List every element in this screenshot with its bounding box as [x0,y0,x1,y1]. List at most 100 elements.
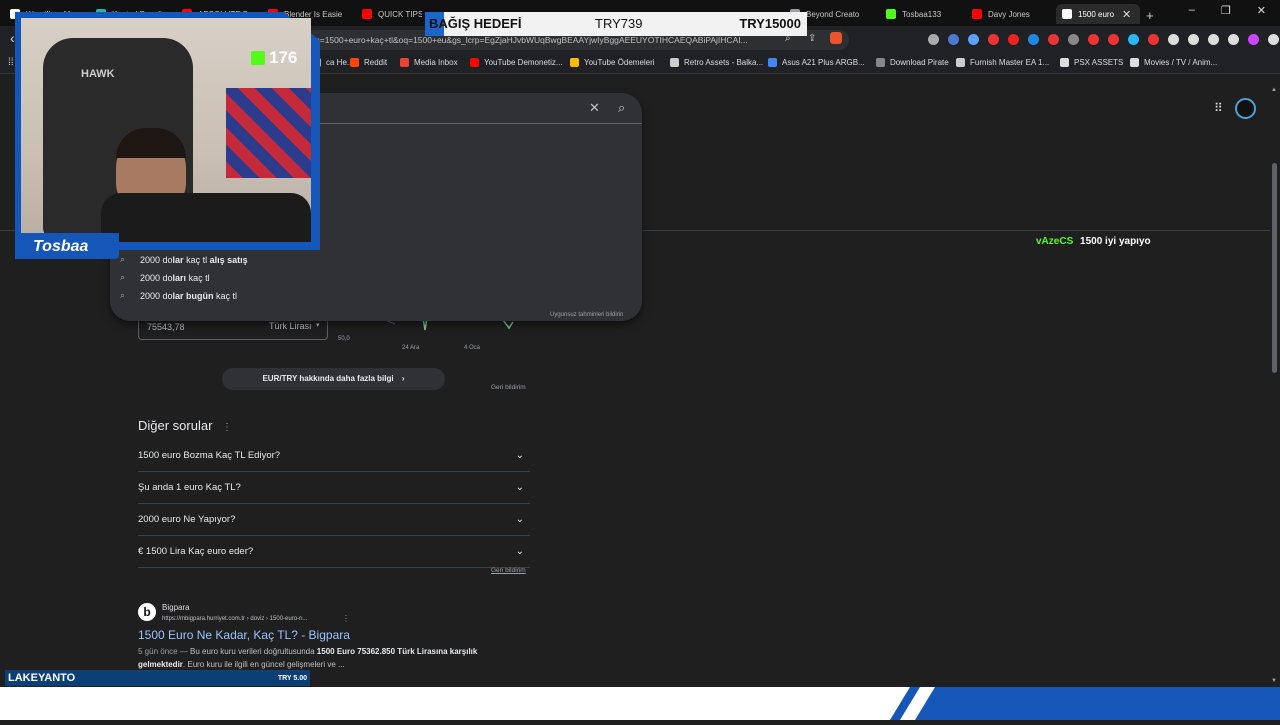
more-info-button[interactable]: EUR/TRY hakkında daha fazla bilgi › [222,368,445,390]
suggestion-text: 2000 do [140,290,173,301]
search-icon[interactable]: ⌕ [618,100,625,116]
bookmark-icon [470,58,479,67]
extension-icon[interactable] [928,34,939,45]
new-tab-button[interactable]: + [1146,5,1154,25]
converter-value: 75543,78 [147,322,185,332]
banner-stripe [890,687,1280,720]
translate-icon[interactable] [948,34,959,45]
bookmark-item[interactable]: Retro Assets - Balka... [670,58,763,67]
bookmark-label: Asus A21 Plus ARGB... [782,58,865,67]
donation-amount: TRY 5.00 [277,674,307,682]
bookmark-icon [670,58,679,67]
puzzle-icon[interactable] [1168,34,1179,45]
minimize-button[interactable]: – [1189,4,1195,17]
bookmark-label: YouTube Demonetiz... [484,58,563,67]
extension-icon[interactable] [988,34,999,45]
question-item[interactable]: Şu anda 1 euro Kaç TL? ⌄ [138,472,530,504]
more-options-icon[interactable]: ⋮ [222,422,232,433]
menu-icon[interactable] [1268,34,1279,45]
more-options-icon[interactable]: ⋮ [342,614,350,623]
account-avatar[interactable] [1235,98,1256,119]
bookmark-label: YouTube Ödemeleri [584,58,655,67]
bookmark-item[interactable]: YouTube Demonetiz... [470,58,563,67]
bottom-banner [0,687,1280,720]
music-icon[interactable] [1208,34,1219,45]
extension-icon[interactable] [1008,34,1019,45]
share-icon[interactable]: ⇪ [808,33,816,44]
bookmark-item[interactable]: Furnish Master EA 1... [956,58,1049,67]
currency-select[interactable]: Türk Lirası [269,321,312,331]
question-item[interactable]: 2000 euro Ne Yapıyor? ⌄ [138,504,530,536]
bookmark-icon [570,58,579,67]
bookmark-item[interactable]: Download Pirate [876,58,949,67]
result-url[interactable]: https://mbigpara.hurriyet.com.tr › doviz… [162,616,307,622]
apps-grid-icon[interactable]: ⁞⁞ [8,57,14,68]
donation-goal-bar: BAĞIŞ HEDEFİ TRY739 TRY15000 [425,12,807,36]
bookmark-icon [350,58,359,67]
extension-icon[interactable] [1048,34,1059,45]
screenshot-icon[interactable] [1188,34,1199,45]
question-item[interactable]: € 1500 Lira Kaç euro eder? ⌄ [138,536,530,568]
page-scrollbar[interactable] [1272,163,1277,373]
extension-icon[interactable] [1148,34,1159,45]
extension-icon[interactable] [1128,34,1139,45]
feedback-link[interactable]: Geri bildirim [491,384,526,391]
report-predictions-link[interactable]: Uygunsuz tahminleri bildirin [550,312,623,318]
tab-label: Beyond Creato [806,9,860,19]
bed-blanket [226,88,311,178]
apps-grid-icon[interactable]: ⠿ [1214,101,1223,115]
question-text: Şu anda 1 euro Kaç TL? [138,482,241,493]
viewer-counter: 176 [251,48,297,68]
question-item[interactable]: 1500 euro Bozma Kaç TL Ediyor? ⌄ [138,440,530,472]
more-info-label: EUR/TRY hakkında daha fazla bilgi [262,374,394,383]
tab[interactable]: Tosbaa133 [886,4,966,24]
result-title-link[interactable]: 1500 Euro Ne Kadar, Kaç TL? - Bigpara [138,628,350,642]
youtube-extension-icon[interactable] [1108,34,1119,45]
extension-icon[interactable] [1028,34,1039,45]
chat-message: vAzeCS 1500 iyi yapıyo [1036,236,1151,247]
site-favicon: b [138,603,156,621]
tab[interactable]: 1500 euro ✕ [1056,4,1140,24]
bookmark-item[interactable]: Reddit [350,58,387,67]
extension-icon[interactable] [1068,34,1079,45]
scroll-down-arrow-icon[interactable]: ▼ [1271,678,1277,684]
search-suggestion[interactable]: ⌕ 2000 do ları kaç tl [120,272,210,283]
scroll-up-arrow-icon[interactable]: ▲ [1271,87,1277,93]
tab-favicon-icon [362,9,372,19]
donor-name: LAKEYANTO [8,672,76,684]
bookmark-label: Media Inbox [414,58,458,67]
tab[interactable]: Davy Jones [972,4,1052,24]
webcam-overlay: HAWK 176 Tosbaa [15,12,320,259]
tab-favicon-icon [1062,9,1072,19]
back-arrow-icon[interactable]: ‹ [10,30,15,46]
streamer-name-plate: Tosbaa [15,233,119,259]
bookmark-item[interactable]: Asus A21 Plus ARGB... [768,58,865,67]
feedback-link[interactable]: Geri bildirim [491,567,526,574]
result-site-name[interactable]: Bigpara [162,603,190,612]
profile-icon[interactable] [1248,34,1259,45]
chevron-right-icon: › [401,374,405,383]
close-tab-icon[interactable]: ✕ [1122,8,1131,21]
maximize-button[interactable]: ❐ [1221,4,1231,17]
suggestion-text: kaç tl [186,272,210,283]
chair-logo: HAWK [81,68,115,80]
close-window-button[interactable]: ✕ [1257,4,1266,17]
other-questions-heading: Diğer sorular ⋮ [138,418,233,433]
chevron-down-icon: ⌄ [515,546,524,557]
bookmark-item[interactable]: YouTube Ödemeleri [570,58,655,67]
clear-search-icon[interactable]: ✕ [589,100,600,116]
search-suggestion[interactable]: ⌕ 2000 do lar bugün kaç tl [120,290,237,301]
person-body [101,193,311,242]
bookmark-item[interactable]: Media Inbox [400,58,458,67]
tab[interactable]: QUICK TIPS | [362,4,422,24]
bookmark-item[interactable]: PSX ASSETS [1060,58,1123,67]
questions-list: 1500 euro Bozma Kaç TL Ediyor? ⌄ Şu anda 1… [138,440,530,568]
audio-icon[interactable] [968,34,979,45]
chart-x-label: 4 Oca [464,345,481,351]
donation-row: LAKEYANTO TRY 5.00 [5,670,310,686]
youtube-extension-icon[interactable] [1088,34,1099,45]
extension-icons [928,34,1279,45]
bookmark-item[interactable]: Movies / TV / Anim... [1130,58,1217,67]
brave-shield-icon[interactable] [830,32,842,44]
sidebar-icon[interactable] [1228,34,1239,45]
